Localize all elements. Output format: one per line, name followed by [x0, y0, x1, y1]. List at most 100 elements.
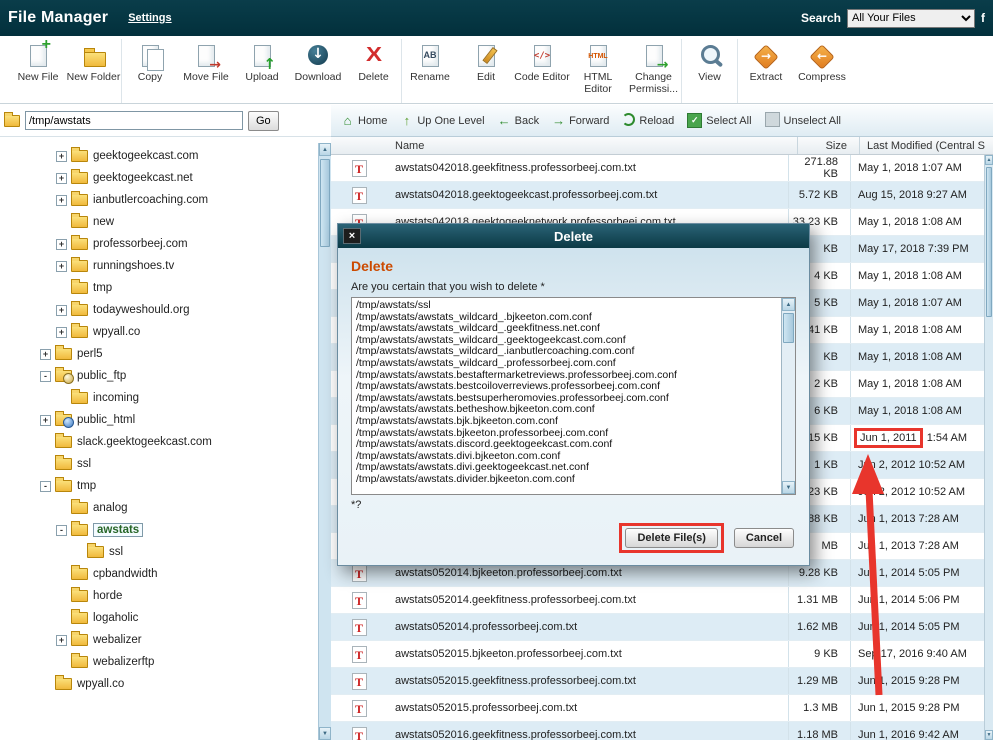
- toolbar-button[interactable]: New Folder: [66, 39, 122, 103]
- scroll-up-icon[interactable]: [319, 143, 331, 156]
- expand-toggle-icon[interactable]: [56, 173, 67, 184]
- nav-button[interactable]: Up One Level: [400, 113, 484, 128]
- column-header-size[interactable]: Size: [797, 137, 859, 154]
- tree-item[interactable]: wpyall.co: [0, 673, 318, 695]
- tree-item[interactable]: analog: [0, 497, 318, 519]
- filelist-scrollbar-thumb[interactable]: [986, 167, 992, 317]
- tree-item[interactable]: wpyall.co: [0, 321, 318, 343]
- scroll-down-icon[interactable]: [985, 730, 993, 740]
- tree-item[interactable]: public_html: [0, 409, 318, 431]
- file-row[interactable]: T awstats052015.bjkeeton.professorbeej.c…: [331, 641, 984, 668]
- tree-item[interactable]: cpbandwidth: [0, 563, 318, 585]
- file-row[interactable]: T awstats052016.geekfitness.professorbee…: [331, 722, 984, 740]
- scroll-down-icon[interactable]: [319, 727, 331, 740]
- toolbar-button[interactable]: HTML Editor: [570, 39, 626, 103]
- path-input[interactable]: [25, 111, 243, 130]
- expand-toggle-icon[interactable]: [56, 261, 67, 272]
- file-row[interactable]: T awstats042018.geekfitness.professorbee…: [331, 155, 984, 182]
- settings-link[interactable]: Settings: [128, 12, 171, 24]
- toolbar-button[interactable]: Delete: [346, 39, 402, 103]
- file-row[interactable]: T awstats052015.geekfitness.professorbee…: [331, 668, 984, 695]
- expand-toggle-icon[interactable]: [56, 327, 67, 338]
- toolbar-button[interactable]: Edit: [458, 39, 514, 103]
- delete-files-button[interactable]: Delete File(s): [625, 528, 717, 548]
- tree-item-label: new: [93, 216, 114, 228]
- paths-scrollbar-thumb[interactable]: [783, 313, 794, 343]
- tree-item[interactable]: tmp: [0, 277, 318, 299]
- toolbar-button-label: Edit: [477, 72, 495, 84]
- nav-button[interactable]: Forward: [552, 113, 609, 128]
- toolbar-button[interactable]: Compress: [794, 39, 850, 103]
- file-row[interactable]: T awstats052014.geekfitness.professorbee…: [331, 587, 984, 614]
- column-header-modified[interactable]: Last Modified (Central S: [859, 137, 993, 154]
- file-row[interactable]: T awstats052015.professorbeej.com.txt 1.…: [331, 695, 984, 722]
- toolbar-button[interactable]: Copy: [122, 39, 178, 103]
- nav-button[interactable]: Back: [498, 113, 539, 128]
- path-line: /tmp/awstats/awstats.bjk.bjkeeton.com.co…: [356, 416, 777, 428]
- toolbar-button[interactable]: Change Permissi...: [626, 39, 682, 103]
- nav-button[interactable]: Home: [341, 113, 387, 128]
- expand-toggle-icon[interactable]: [40, 481, 51, 492]
- file-row[interactable]: T awstats042018.geektogeekcast.professor…: [331, 182, 984, 209]
- nav-button[interactable]: Unselect All: [765, 112, 841, 130]
- text-file-icon: T: [352, 187, 367, 204]
- close-icon[interactable]: [343, 228, 361, 244]
- filelist-scrollbar[interactable]: [984, 155, 993, 740]
- expand-toggle-icon[interactable]: [56, 151, 67, 162]
- expand-toggle-icon[interactable]: [56, 635, 67, 646]
- tree-item[interactable]: geektogeekcast.net: [0, 167, 318, 189]
- expand-toggle-icon[interactable]: [40, 349, 51, 360]
- toolbar-button[interactable]: Download: [290, 39, 346, 103]
- tree-item[interactable]: professorbeej.com: [0, 233, 318, 255]
- tree-item[interactable]: new: [0, 211, 318, 233]
- tree-item[interactable]: webalizer: [0, 629, 318, 651]
- file-modified-date: May 1, 2018 1:08 AM: [858, 378, 962, 390]
- toolbar-button[interactable]: Rename: [402, 39, 458, 103]
- toolbar-button[interactable]: Move File: [178, 39, 234, 103]
- tree-item[interactable]: horde: [0, 585, 318, 607]
- expand-toggle-icon[interactable]: [56, 239, 67, 250]
- tree-item[interactable]: incoming: [0, 387, 318, 409]
- tree-item[interactable]: webalizerftp: [0, 651, 318, 673]
- scroll-down-icon[interactable]: [782, 481, 795, 494]
- expand-toggle-icon[interactable]: [40, 415, 51, 426]
- search-scope-select[interactable]: All Your Files: [847, 9, 975, 28]
- expand-toggle-icon[interactable]: [56, 525, 67, 536]
- nav-button-label: Unselect All: [784, 115, 841, 127]
- nav-button[interactable]: Reload: [622, 113, 674, 129]
- tree-item[interactable]: public_ftp: [0, 365, 318, 387]
- path-line: /tmp/awstats/awstats.bjkeeton.professorb…: [356, 428, 777, 440]
- tree-item[interactable]: todayweshould.org: [0, 299, 318, 321]
- scroll-up-icon[interactable]: [985, 155, 993, 165]
- tree-item[interactable]: logaholic: [0, 607, 318, 629]
- expand-toggle-icon[interactable]: [56, 195, 67, 206]
- toolbar-button[interactable]: Upload: [234, 39, 290, 103]
- expand-toggle-icon[interactable]: [56, 305, 67, 316]
- tree-scrollbar-thumb[interactable]: [320, 159, 330, 247]
- tree-item[interactable]: ianbutlercoaching.com: [0, 189, 318, 211]
- tree-item[interactable]: awstats: [0, 519, 318, 541]
- tree-item[interactable]: runningshoes.tv: [0, 255, 318, 277]
- cancel-button[interactable]: Cancel: [734, 528, 794, 548]
- delete-paths-list[interactable]: /tmp/awstats/ssl /tmp/awstats/awstats_wi…: [351, 297, 796, 495]
- file-row[interactable]: T awstats052014.professorbeej.com.txt 1.…: [331, 614, 984, 641]
- toolbar-button[interactable]: Extract: [738, 39, 794, 103]
- scroll-up-icon[interactable]: [782, 298, 795, 311]
- toolbar-button[interactable]: Code Editor: [514, 39, 570, 103]
- tree-item[interactable]: geektogeekcast.com: [0, 145, 318, 167]
- tree-item[interactable]: perl5: [0, 343, 318, 365]
- column-header-name[interactable]: Name: [387, 140, 797, 152]
- go-button[interactable]: Go: [248, 111, 279, 131]
- tree-item[interactable]: tmp: [0, 475, 318, 497]
- tree-item[interactable]: ssl: [0, 541, 318, 563]
- paths-list-scrollbar[interactable]: [781, 298, 795, 494]
- toolbar-button[interactable]: View: [682, 39, 738, 103]
- toolbar-button[interactable]: New File: [10, 39, 66, 103]
- folder-icon: [71, 656, 88, 668]
- expand-toggle-icon[interactable]: [40, 371, 51, 382]
- tree-scrollbar[interactable]: [318, 143, 331, 740]
- tree-item[interactable]: slack.geektogeekcast.com: [0, 431, 318, 453]
- path-line: /tmp/awstats/awstats.discord.geektogeekc…: [356, 439, 777, 451]
- nav-button[interactable]: Select All: [687, 113, 751, 128]
- tree-item[interactable]: ssl: [0, 453, 318, 475]
